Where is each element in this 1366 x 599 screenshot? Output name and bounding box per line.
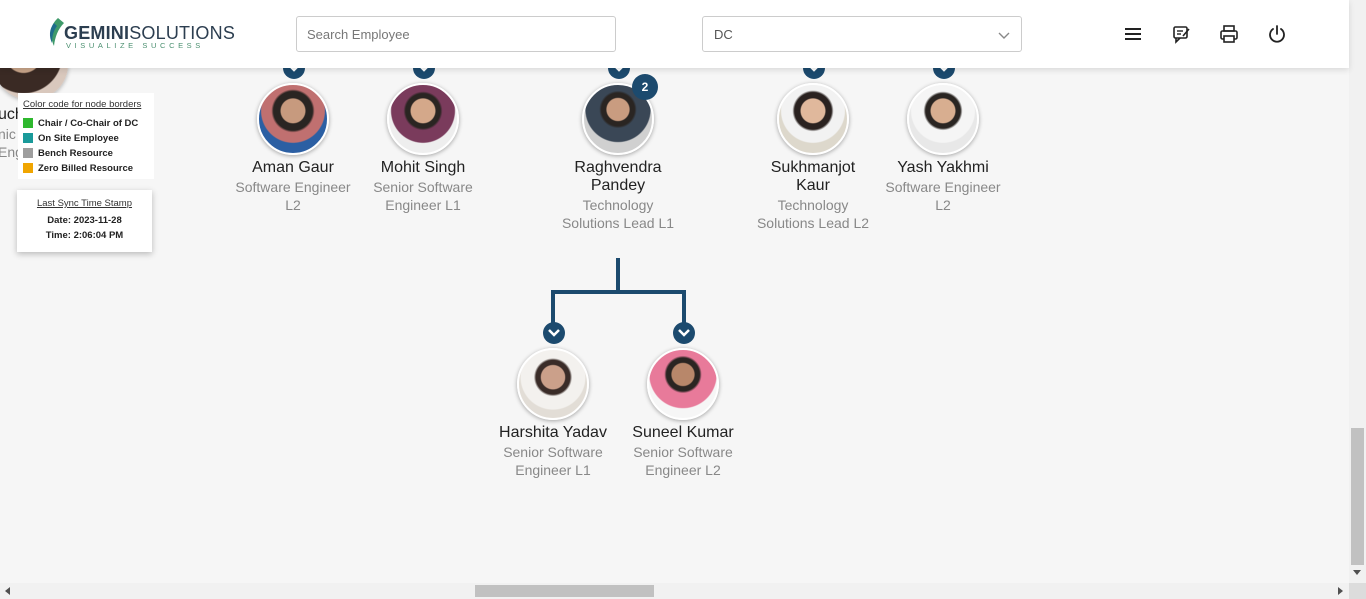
employee-role: Technology: [777, 197, 849, 213]
print-icon[interactable]: [1219, 24, 1239, 44]
employee-node-suneel-kumar[interactable]: Suneel Kumar Senior Software Engineer L2: [618, 348, 748, 479]
scroll-down-arrow-icon[interactable]: [1353, 570, 1361, 575]
employee-avatar[interactable]: [387, 83, 459, 155]
employee-name: Suneel Kumar: [632, 424, 734, 441]
connector-line: [616, 258, 620, 292]
dc-select-value: DC: [714, 27, 733, 42]
employee-role: Senior Software: [633, 444, 733, 460]
employee-name: Mohit Singh: [380, 159, 466, 176]
chevron-down-icon: [548, 329, 560, 337]
chevron-down-icon: [678, 329, 690, 337]
employee-name: Kaur: [796, 177, 830, 194]
employee-role: L2: [285, 197, 301, 213]
scroll-right-arrow-icon[interactable]: [1338, 587, 1343, 595]
company-logo[interactable]: GEMINISOLUTIONS VISUALIZE SUCCESS: [46, 17, 235, 51]
employee-node-raghvendra-pandey[interactable]: Raghvendra Pandey Technology Solutions L…: [553, 83, 683, 232]
connector-line: [551, 290, 686, 294]
connector-line: [551, 290, 555, 324]
power-icon[interactable]: [1267, 24, 1287, 44]
employee-name: Sukhmanjot: [770, 159, 856, 176]
legend-label: On Site Employee: [38, 132, 119, 144]
employee-node-sukhmanjot-kaur[interactable]: Sukhmanjot Kaur Technology Solutions Lea…: [748, 83, 878, 232]
expand-toggle[interactable]: [543, 322, 565, 344]
employee-role: L2: [935, 197, 951, 213]
sync-time: Time: 2:06:04 PM: [45, 230, 124, 241]
search-employee-input[interactable]: [296, 16, 616, 52]
employee-name: Aman Gaur: [252, 159, 334, 176]
employee-role: Engineer L1: [515, 462, 591, 478]
employee-avatar[interactable]: [517, 348, 589, 420]
employee-name: Yash Yakhmi: [897, 159, 989, 176]
legend-label: Zero Billed Resource: [38, 162, 134, 174]
scrollbar-corner: [1349, 583, 1366, 599]
connector-line: [682, 290, 686, 324]
employee-role: Software Engineer: [885, 179, 1001, 195]
vertical-scrollbar[interactable]: [1349, 0, 1366, 583]
employee-role: Engineer L1: [385, 197, 461, 213]
sync-timestamp-card: Last Sync Time Stamp Date: 2023-11-28 Ti…: [17, 190, 152, 252]
employee-node-yash-yakhmi[interactable]: Yash Yakhmi Software Engineer L2: [878, 83, 1008, 214]
employee-role: Senior Software: [503, 444, 603, 460]
legend-label: Chair / Co-Chair of DC: [38, 117, 139, 129]
legend-item-bench: Bench Resource: [23, 147, 149, 159]
feedback-icon[interactable]: [1171, 24, 1191, 44]
employee-node-aman-gaur[interactable]: Aman Gaur Software Engineer L2: [228, 83, 358, 214]
employee-role: Engineer L2: [645, 462, 721, 478]
gray-swatch: [23, 148, 33, 158]
employee-avatar[interactable]: [257, 83, 329, 155]
sync-title: Last Sync Time Stamp: [36, 198, 133, 209]
direct-reports-badge: 2: [632, 74, 658, 100]
employee-name: Harshita Yadav: [499, 424, 607, 441]
employee-role: Solutions Lead L1: [561, 215, 675, 231]
horizontal-scroll-thumb[interactable]: [475, 585, 654, 597]
employee-role: Senior Software: [373, 179, 473, 195]
orange-swatch: [23, 163, 33, 173]
partial-employee-role: nic: [0, 126, 16, 142]
menu-icon[interactable]: [1123, 24, 1143, 44]
employee-avatar[interactable]: [647, 348, 719, 420]
legend-title: Color code for node borders: [23, 99, 142, 110]
teal-swatch: [23, 133, 33, 143]
scroll-left-arrow-icon[interactable]: [5, 587, 10, 595]
expand-toggle[interactable]: [673, 322, 695, 344]
employee-name: Pandey: [590, 177, 646, 194]
legend-label: Bench Resource: [38, 147, 113, 159]
brand-tagline: VISUALIZE SUCCESS: [66, 41, 204, 50]
horizontal-scrollbar[interactable]: [0, 583, 1349, 599]
dc-select[interactable]: DC: [702, 16, 1022, 52]
legend-item-chair: Chair / Co-Chair of DC: [23, 117, 149, 129]
chevron-down-icon: [998, 32, 1010, 39]
employee-node-harshita-yadav[interactable]: Harshita Yadav Senior Software Engineer …: [488, 348, 618, 479]
employee-avatar[interactable]: [777, 83, 849, 155]
color-legend: Color code for node borders Chair / Co-C…: [18, 93, 154, 179]
sync-date: Date: 2023-11-28: [47, 215, 122, 226]
vertical-scroll-thumb[interactable]: [1351, 428, 1364, 565]
employee-node-mohit-singh[interactable]: Mohit Singh Senior Software Engineer L1: [358, 83, 488, 214]
employee-name: Raghvendra: [574, 159, 662, 176]
legend-item-zero-billed: Zero Billed Resource: [23, 162, 149, 174]
employee-role: Technology: [582, 197, 654, 213]
employee-avatar[interactable]: [907, 83, 979, 155]
app-header: GEMINISOLUTIONS VISUALIZE SUCCESS DC: [0, 0, 1349, 68]
employee-role: Solutions Lead L2: [756, 215, 870, 231]
green-swatch: [23, 118, 33, 128]
employee-role: Software Engineer: [235, 179, 351, 195]
legend-item-onsite: On Site Employee: [23, 132, 149, 144]
